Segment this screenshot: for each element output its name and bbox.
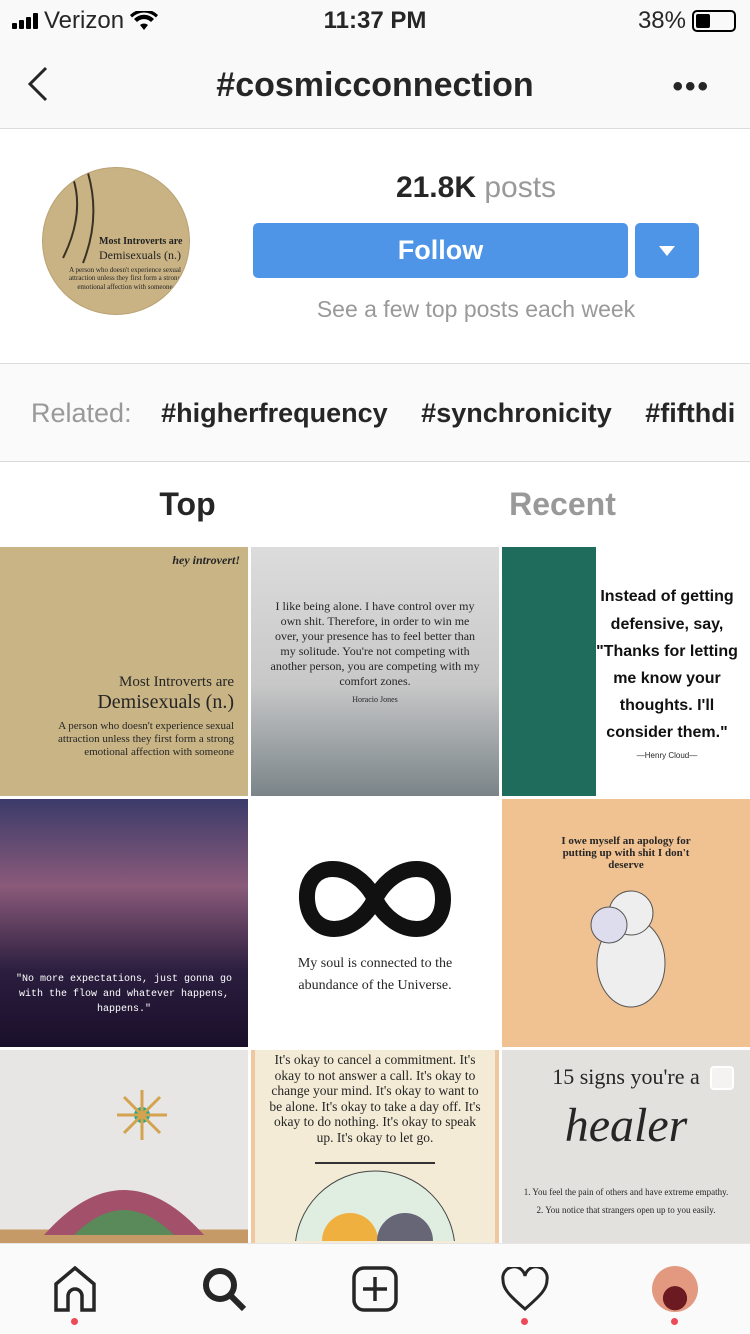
hashtag-avatar: Most Introverts are Demisexuals (n.) A p…: [42, 167, 190, 315]
profile-avatar[interactable]: [650, 1264, 700, 1314]
activity-notification-dot: [521, 1318, 528, 1325]
grid-post[interactable]: It's okay to cancel a commitment. It's o…: [251, 1050, 499, 1243]
grid-post[interactable]: My soul is connected to the abundance of…: [251, 799, 499, 1047]
follow-dropdown-button[interactable]: [635, 223, 699, 278]
hashtag-profile: Most Introverts are Demisexuals (n.) A p…: [0, 129, 750, 364]
grid-post[interactable]: Instead of getting defensive, say, "Than…: [502, 547, 750, 796]
tab-top[interactable]: Top: [0, 462, 375, 547]
activity-heart-icon[interactable]: [500, 1264, 550, 1314]
nav-header: #cosmicconnection •••: [0, 40, 750, 129]
ellipsis-icon[interactable]: •••: [672, 70, 710, 104]
related-tag[interactable]: #synchronicity: [421, 398, 612, 428]
related-tag[interactable]: #fifthdi: [645, 398, 735, 428]
grid-post[interactable]: 15 signs you're a healer 1. You feel the…: [502, 1050, 750, 1243]
lotus-illustration: [44, 1089, 204, 1235]
grid-post[interactable]: "No more expectations, just gonna go wit…: [0, 799, 248, 1047]
grid-post[interactable]: [0, 1050, 248, 1243]
new-post-icon[interactable]: [350, 1264, 400, 1314]
status-bar: Verizon 11:37 PM 38%: [0, 0, 750, 40]
home-icon[interactable]: [50, 1264, 100, 1314]
related-tag[interactable]: #higherfrequency: [161, 398, 388, 428]
search-icon[interactable]: [199, 1264, 249, 1314]
infinity-icon: [299, 860, 452, 937]
caret-down-icon: [659, 245, 675, 256]
page-title: #cosmicconnection: [216, 66, 534, 104]
follow-subtitle: See a few top posts each week: [316, 296, 636, 322]
post-count: 21.8K posts: [395, 171, 557, 204]
post-grid: hey introvert! Most Introverts are Demis…: [0, 547, 750, 1243]
battery-icon: [692, 10, 736, 32]
sun-moon-illustration: [295, 1162, 455, 1242]
battery-percent: 38%: [637, 7, 686, 34]
feed-tabs: Top Recent: [0, 462, 750, 547]
grid-post[interactable]: hey introvert! Most Introverts are Demis…: [0, 547, 248, 796]
carousel-icon: [710, 1066, 734, 1090]
profile-notification-dot: [671, 1318, 678, 1325]
tab-recent[interactable]: Recent: [375, 462, 750, 547]
grid-post[interactable]: I like being alone. I have control over …: [251, 547, 499, 796]
related-hashtags: Related: #higherfrequency #synchronicity…: [0, 364, 750, 462]
hug-illustration: [590, 890, 666, 1008]
grid-post[interactable]: I owe myself an apology for putting up w…: [502, 799, 750, 1047]
home-notification-dot: [71, 1318, 78, 1325]
follow-button[interactable]: Follow: [253, 223, 628, 278]
bottom-nav: [0, 1243, 750, 1334]
related-label: Related:: [31, 398, 132, 428]
